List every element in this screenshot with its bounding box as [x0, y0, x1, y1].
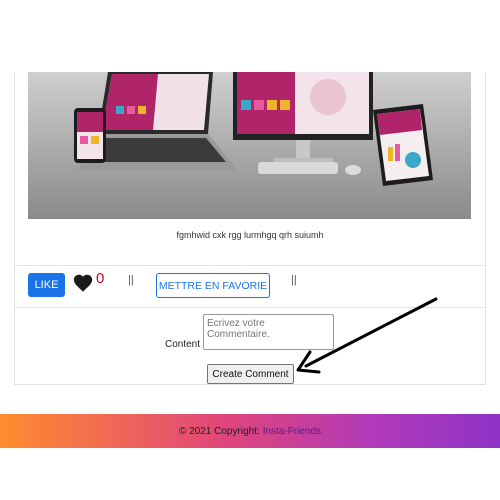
- post-caption: fgmhwid cxk rgg lurmhgq qrh suiumh: [176, 230, 324, 240]
- separator: ||: [291, 274, 297, 286]
- copyright-text: © 2021 Copyright:: [178, 425, 260, 437]
- like-count: 0: [96, 270, 105, 287]
- create-comment-button[interactable]: Create Comment: [207, 364, 294, 384]
- footer-link[interactable]: Insta-Friends: [263, 426, 321, 437]
- devices-illustration: [74, 72, 433, 186]
- like-button[interactable]: LIKE: [28, 273, 65, 297]
- favorite-button[interactable]: METTRE EN FAVORIE: [156, 273, 270, 298]
- divider: [14, 265, 486, 266]
- page: fgmhwid cxk rgg lurmhgq qrh suiumh LIKE …: [0, 0, 500, 500]
- divider: [14, 307, 486, 308]
- footer: © 2021 Copyright: Insta-Friends: [0, 414, 500, 448]
- post-image: [28, 72, 471, 219]
- content-label: Content: [165, 339, 201, 350]
- separator: ||: [128, 274, 134, 286]
- comment-input[interactable]: [203, 314, 334, 350]
- heart-icon[interactable]: [72, 272, 94, 294]
